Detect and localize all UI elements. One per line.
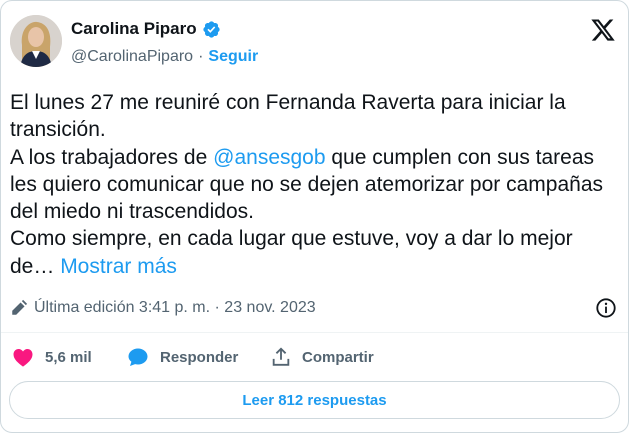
reply-label: Responder: [160, 348, 239, 366]
tweet-line-1: El lunes 27 me reuniré con Fernanda Rave…: [10, 91, 566, 142]
mention-link[interactable]: @ansesgob: [213, 146, 325, 169]
show-more-link[interactable]: Mostrar más: [54, 255, 177, 278]
speech-bubble-icon: [128, 348, 148, 366]
reply-button[interactable]: Responder: [126, 345, 270, 369]
action-bar: 5,6 mil Responder Compartir: [11, 345, 374, 369]
divider: [1, 332, 628, 333]
like-count: 5,6 mil: [45, 348, 92, 366]
share-icon: [272, 347, 290, 366]
like-button[interactable]: 5,6 mil: [11, 345, 126, 369]
read-replies-button[interactable]: Leer 812 respuestas: [9, 381, 620, 419]
info-icon[interactable]: [595, 297, 617, 319]
heart-icon: [13, 349, 33, 367]
author-handle-row: @CarolinaPiparo · Seguir: [71, 48, 258, 66]
author-name-row: Carolina Piparo: [71, 19, 221, 39]
avatar-image: [10, 15, 62, 67]
avatar[interactable]: [10, 15, 62, 67]
share-button[interactable]: Compartir: [270, 346, 374, 368]
pencil-icon: [12, 299, 28, 315]
x-logo-icon[interactable]: [590, 17, 616, 43]
last-edited-text[interactable]: Última edición 3:41 p. m. · 23 nov. 2023: [34, 299, 316, 317]
tweet-card: Carolina Piparo @CarolinaPiparo · Seguir…: [0, 0, 629, 433]
tweet-text: El lunes 27 me reuniré con Fernanda Rave…: [10, 89, 622, 280]
verified-badge-icon: [203, 20, 220, 38]
tweet-para-2-start: A los trabajadores de: [10, 145, 214, 169]
author-handle[interactable]: @CarolinaPiparo: [71, 48, 193, 66]
follow-button[interactable]: Seguir: [208, 48, 258, 66]
share-label: Compartir: [302, 348, 374, 366]
edit-info-row: Última edición 3:41 p. m. · 23 nov. 2023: [10, 299, 316, 317]
separator-dot: ·: [198, 48, 204, 65]
author-display-name[interactable]: Carolina Piparo: [71, 19, 197, 39]
